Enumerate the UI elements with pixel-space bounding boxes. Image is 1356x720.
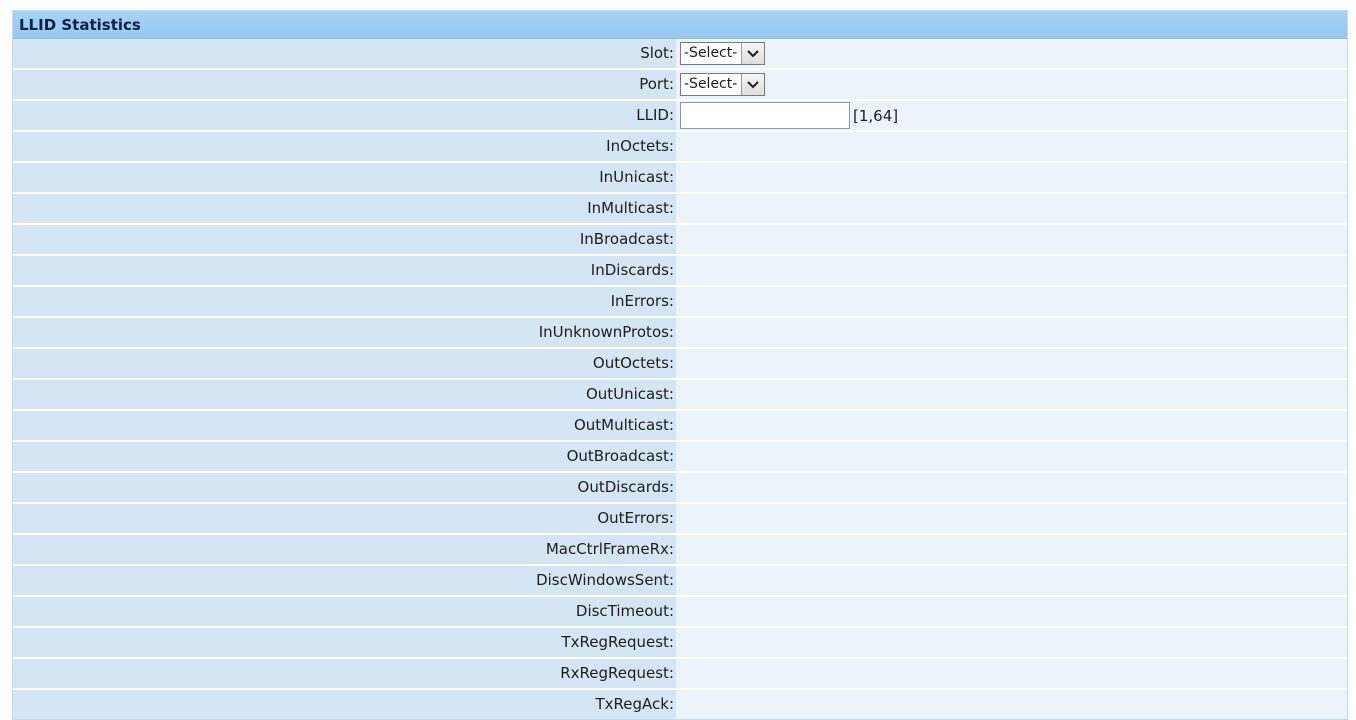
- llid-label: LLID:: [13, 101, 676, 130]
- stat-label: InUnicast:: [13, 163, 676, 192]
- stat-label: OutBroadcast:: [13, 442, 676, 471]
- port-select[interactable]: -Select-: [680, 73, 766, 96]
- chevron-down-icon: [747, 49, 760, 57]
- stat-row: MacCtrlFrameRx:: [13, 535, 1347, 566]
- stat-row: TxRegRequest:: [13, 628, 1347, 659]
- stat-label: MacCtrlFrameRx:: [13, 535, 676, 564]
- port-value-cell: -Select-: [676, 70, 1347, 99]
- stat-row: DiscWindowsSent:: [13, 566, 1347, 597]
- llid-range-hint: [1,64]: [853, 106, 899, 125]
- stat-label: InUnknownProtos:: [13, 318, 676, 347]
- stat-value: [676, 318, 1347, 347]
- llid-statistics-panel: LLID Statistics Slot: -Select- Port: -Se…: [12, 10, 1348, 720]
- stat-value: [676, 225, 1347, 254]
- llid-input[interactable]: [680, 102, 850, 129]
- port-label: Port:: [13, 70, 676, 99]
- statistics-table: Slot: -Select- Port: -Select- LLID: [1,6…: [13, 39, 1347, 719]
- stat-value: [676, 628, 1347, 657]
- stat-value: [676, 566, 1347, 595]
- slot-dropdown-button[interactable]: [741, 43, 765, 64]
- stat-row: OutDiscards:: [13, 473, 1347, 504]
- stat-label: OutDiscards:: [13, 473, 676, 502]
- stat-row: OutBroadcast:: [13, 442, 1347, 473]
- stat-row: InErrors:: [13, 287, 1347, 318]
- stat-row: InBroadcast:: [13, 225, 1347, 256]
- stat-row: OutUnicast:: [13, 380, 1347, 411]
- stat-label: TxRegAck:: [13, 690, 676, 719]
- stat-row: RxRegRequest:: [13, 659, 1347, 690]
- stat-value: [676, 504, 1347, 533]
- stat-value: [676, 163, 1347, 192]
- panel-title: LLID Statistics: [13, 11, 1347, 39]
- port-dropdown-button[interactable]: [741, 74, 765, 95]
- stat-row: DiscTimeout:: [13, 597, 1347, 628]
- stat-label: InMulticast:: [13, 194, 676, 223]
- stat-value: [676, 535, 1347, 564]
- stat-label: InDiscards:: [13, 256, 676, 285]
- stat-row: InUnicast:: [13, 163, 1347, 194]
- port-row: Port: -Select-: [13, 70, 1347, 101]
- stat-value: [676, 194, 1347, 223]
- stat-row: InOctets:: [13, 132, 1347, 163]
- llid-row: LLID: [1,64]: [13, 101, 1347, 132]
- stat-label: TxRegRequest:: [13, 628, 676, 657]
- chevron-down-icon: [747, 80, 760, 88]
- slot-row: Slot: -Select-: [13, 39, 1347, 70]
- slot-value-cell: -Select-: [676, 39, 1347, 68]
- stat-label: DiscTimeout:: [13, 597, 676, 626]
- stat-label: OutErrors:: [13, 504, 676, 533]
- slot-select[interactable]: -Select-: [680, 42, 766, 65]
- slot-label: Slot:: [13, 39, 676, 68]
- stat-value: [676, 256, 1347, 285]
- stat-value: [676, 132, 1347, 161]
- stat-value: [676, 597, 1347, 626]
- stat-value: [676, 380, 1347, 409]
- port-select-value: -Select-: [684, 76, 738, 92]
- stat-label: InErrors:: [13, 287, 676, 316]
- stat-row: InDiscards:: [13, 256, 1347, 287]
- stat-row: OutMulticast:: [13, 411, 1347, 442]
- stat-value: [676, 411, 1347, 440]
- stat-value: [676, 287, 1347, 316]
- stat-value: [676, 442, 1347, 471]
- stat-row: OutOctets:: [13, 349, 1347, 380]
- stat-label: OutMulticast:: [13, 411, 676, 440]
- stat-label: DiscWindowsSent:: [13, 566, 676, 595]
- stat-value: [676, 473, 1347, 502]
- stat-label: OutUnicast:: [13, 380, 676, 409]
- stat-label: InBroadcast:: [13, 225, 676, 254]
- stat-label: InOctets:: [13, 132, 676, 161]
- stat-value: [676, 659, 1347, 688]
- stat-value: [676, 349, 1347, 378]
- slot-select-value: -Select-: [684, 45, 738, 61]
- stat-value: [676, 690, 1347, 719]
- stat-row: OutErrors:: [13, 504, 1347, 535]
- stat-label: RxRegRequest:: [13, 659, 676, 688]
- llid-value-cell: [1,64]: [676, 101, 1347, 130]
- stat-label: OutOctets:: [13, 349, 676, 378]
- stat-row: InMulticast:: [13, 194, 1347, 225]
- stat-row: InUnknownProtos:: [13, 318, 1347, 349]
- stat-row: TxRegAck:: [13, 690, 1347, 719]
